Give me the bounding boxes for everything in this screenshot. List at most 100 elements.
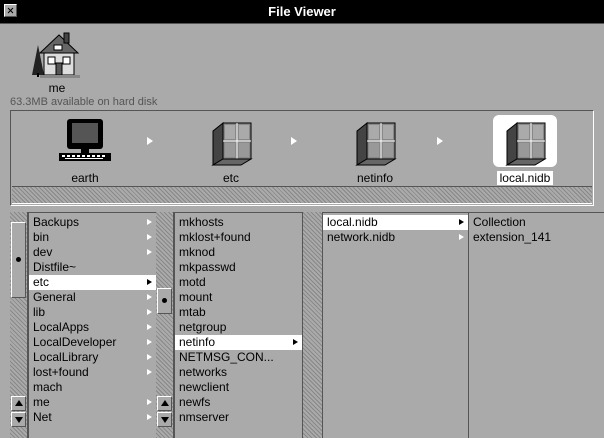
file-list-item[interactable]: mach xyxy=(29,380,156,395)
file-list-item[interactable]: mklost+found xyxy=(175,230,302,245)
file-viewer-window: File Viewer me 63.3MB available on hard … xyxy=(0,0,604,438)
file-list-item[interactable]: Net xyxy=(29,410,156,425)
column-3-items: local.nidb network.nidb xyxy=(323,215,468,245)
path-arrow-icon xyxy=(437,137,443,145)
browser-column-4: Collection extension_141 xyxy=(468,212,604,438)
column-2-scrollbar[interactable] xyxy=(156,212,174,438)
path-item-earth[interactable]: earth xyxy=(40,115,130,185)
file-list-item[interactable]: extension_141 xyxy=(469,230,604,245)
branch-arrow-icon xyxy=(147,249,152,255)
path-label: netinfo xyxy=(356,171,394,185)
file-list-item[interactable]: motd xyxy=(175,275,302,290)
file-name: Collection xyxy=(473,215,526,229)
file-list-item[interactable]: newfs xyxy=(175,395,302,410)
title-bar[interactable]: File Viewer xyxy=(0,0,604,24)
file-list-item[interactable]: nmserver xyxy=(175,410,302,425)
file-list-item[interactable]: LocalLibrary xyxy=(29,350,156,365)
file-list-item[interactable]: LocalApps xyxy=(29,320,156,335)
path-item-local-nidb[interactable]: local.nidb xyxy=(480,115,570,185)
scroll-down-icon[interactable] xyxy=(157,412,172,427)
folder-icon xyxy=(493,115,557,167)
file-name: network.nidb xyxy=(327,230,396,244)
scroll-knob[interactable] xyxy=(157,288,172,314)
path-arrow-icon xyxy=(147,137,153,145)
file-list-item[interactable]: lost+found xyxy=(29,365,156,380)
path-scrollbar[interactable] xyxy=(12,186,592,204)
file-list-item[interactable]: local.nidb xyxy=(323,215,468,230)
file-list-item[interactable]: General xyxy=(29,290,156,305)
file-list-item[interactable]: Collection xyxy=(469,215,604,230)
file-name: LocalDeveloper xyxy=(33,335,117,349)
file-name: Backups xyxy=(33,215,80,229)
file-list-item[interactable]: netinfo xyxy=(175,335,302,350)
branch-arrow-icon xyxy=(459,219,464,225)
scroll-down-icon[interactable] xyxy=(11,412,26,427)
file-name: mklost+found xyxy=(179,230,251,244)
file-list-item[interactable]: lib xyxy=(29,305,156,320)
file-name: mach xyxy=(33,380,63,394)
file-name: mknod xyxy=(179,245,216,259)
branch-arrow-icon xyxy=(147,324,152,330)
file-list-item[interactable]: LocalDeveloper xyxy=(29,335,156,350)
file-list-item[interactable]: dev xyxy=(29,245,156,260)
file-list-item[interactable]: Distfile~ xyxy=(29,260,156,275)
file-name: networks xyxy=(179,365,228,379)
disk-space-status: 63.3MB available on hard disk xyxy=(10,96,158,108)
file-list-item[interactable]: netgroup xyxy=(175,320,302,335)
browser-column-3: local.nidb network.nidb xyxy=(322,212,468,438)
path-item-netinfo[interactable]: netinfo xyxy=(330,115,420,185)
column-1-scrollbar[interactable] xyxy=(10,212,28,438)
file-list-item[interactable]: network.nidb xyxy=(323,230,468,245)
file-list-item[interactable]: NETMSG_CON... xyxy=(175,350,302,365)
window-title: File Viewer xyxy=(268,4,336,19)
branch-arrow-icon xyxy=(147,399,152,405)
scroll-knob[interactable] xyxy=(11,222,26,298)
branch-arrow-icon xyxy=(147,219,152,225)
file-name: General xyxy=(33,290,76,304)
file-name: netgroup xyxy=(179,320,227,334)
home-label: me xyxy=(48,81,66,95)
file-name: dev xyxy=(33,245,53,259)
file-list-item[interactable]: etc xyxy=(29,275,156,290)
file-name: bin xyxy=(33,230,50,244)
file-name: lib xyxy=(33,305,46,319)
file-list-item[interactable]: mknod xyxy=(175,245,302,260)
file-list-item[interactable]: newclient xyxy=(175,380,302,395)
file-list-item[interactable]: networks xyxy=(175,365,302,380)
file-name: me xyxy=(33,395,50,409)
browser-path: earth etc netinfo local.nidb xyxy=(10,110,594,206)
file-name: LocalApps xyxy=(33,320,90,334)
file-name: Net xyxy=(33,410,52,424)
column-1-items: Backups bin dev Distfile~ etc General lib Local… xyxy=(29,215,156,425)
file-name: extension_141 xyxy=(473,230,552,244)
file-name: newclient xyxy=(179,380,230,394)
file-name: etc xyxy=(33,275,50,289)
file-list-item[interactable]: mkhosts xyxy=(175,215,302,230)
file-name: lost+found xyxy=(33,365,89,379)
browser-column-2: mkhosts mklost+found mknod mkpasswd motd moun… xyxy=(174,212,302,438)
home-icon[interactable] xyxy=(30,25,84,84)
file-list-item[interactable]: Backups xyxy=(29,215,156,230)
folder-icon xyxy=(343,115,407,167)
branch-arrow-icon xyxy=(147,414,152,420)
browser-column-1: Backups bin dev Distfile~ etc General lib Local… xyxy=(28,212,156,438)
column-4-items: Collection extension_141 xyxy=(469,215,604,245)
branch-arrow-icon xyxy=(147,309,152,315)
file-list-item[interactable]: me xyxy=(29,395,156,410)
branch-arrow-icon xyxy=(147,369,152,375)
file-list-item[interactable]: bin xyxy=(29,230,156,245)
path-label: local.nidb xyxy=(496,171,554,185)
file-name: local.nidb xyxy=(327,215,378,229)
file-name: NETMSG_CON... xyxy=(179,350,274,364)
path-label: earth xyxy=(71,171,99,185)
file-name: mkhosts xyxy=(179,215,224,229)
file-list-item[interactable]: mkpasswd xyxy=(175,260,302,275)
branch-arrow-icon xyxy=(459,234,464,240)
scroll-up-icon[interactable] xyxy=(157,396,172,411)
path-item-etc[interactable]: etc xyxy=(186,115,276,185)
file-list-item[interactable]: mtab xyxy=(175,305,302,320)
scroll-up-icon[interactable] xyxy=(11,396,26,411)
file-list-item[interactable]: mount xyxy=(175,290,302,305)
folder-icon xyxy=(199,115,263,167)
column-3-scrollbar[interactable] xyxy=(302,212,322,438)
